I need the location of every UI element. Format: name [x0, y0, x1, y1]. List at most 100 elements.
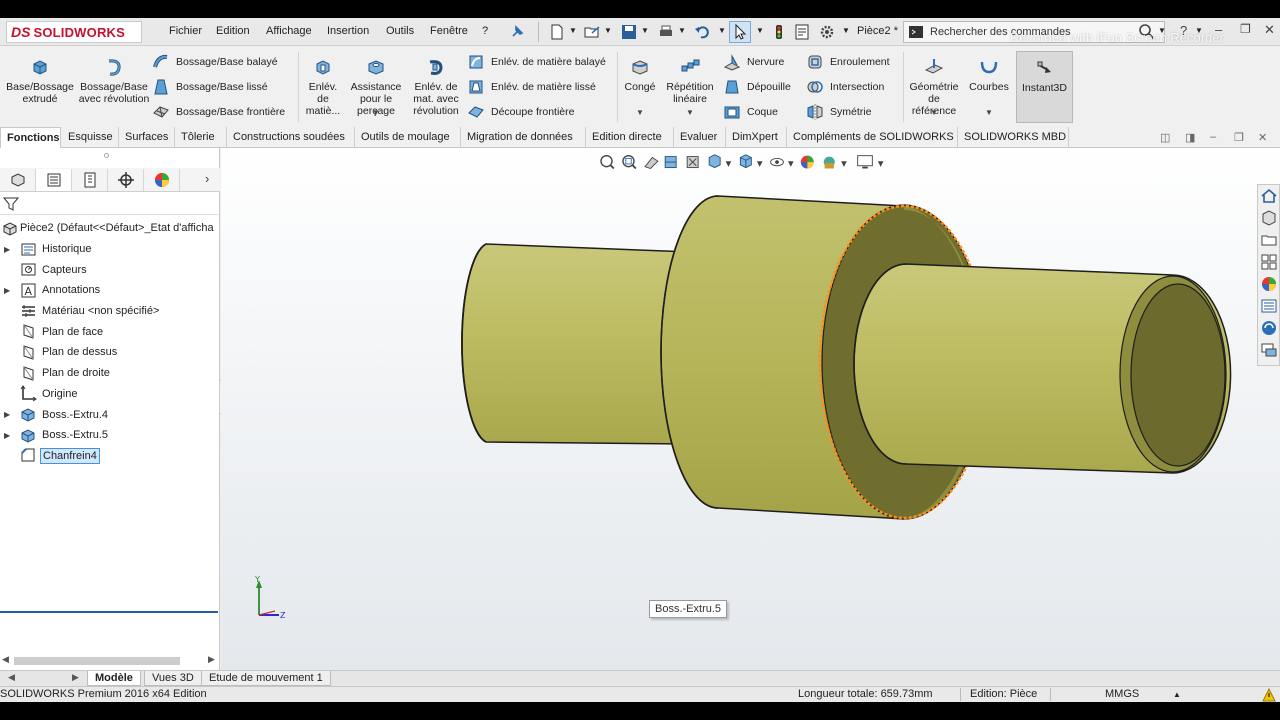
- expand-arrow-icon[interactable]: ▶: [4, 245, 10, 254]
- tab-displaymanager[interactable]: [144, 169, 180, 191]
- open-folder-icon[interactable]: [583, 23, 601, 41]
- scroll-right-icon[interactable]: ▶: [208, 654, 215, 665]
- save-icon[interactable]: [620, 23, 638, 41]
- mirror-button[interactable]: Symétrie: [806, 102, 871, 122]
- tree-root-part[interactable]: Pièce2 (Défaut<<Défaut>_Etat d'afficha: [0, 218, 220, 239]
- chevron-down-icon[interactable]: ▼: [678, 26, 686, 35]
- print-icon[interactable]: [657, 23, 675, 41]
- rollback-bar[interactable]: [0, 611, 218, 613]
- instant3d-button[interactable]: Instant3D: [1016, 51, 1073, 123]
- design-library-icon[interactable]: [1260, 209, 1278, 227]
- boundary-boss-button[interactable]: Bossage/Base frontière: [152, 102, 285, 122]
- restore-icon[interactable]: ❐: [1240, 22, 1251, 36]
- custom-properties-icon[interactable]: [1260, 297, 1278, 315]
- chevron-down-icon[interactable]: ▼: [686, 108, 694, 117]
- cut-swept-button[interactable]: Enlév. de matière balayé: [467, 52, 606, 72]
- new-document-icon[interactable]: [548, 23, 566, 41]
- tree-item-boss-extru-4[interactable]: ▶ Boss.-Extru.4: [0, 404, 220, 425]
- appearances-icon[interactable]: [1260, 275, 1278, 293]
- rebuild-icon[interactable]: [770, 23, 788, 41]
- panel-grip[interactable]: [104, 153, 109, 158]
- horizontal-scrollbar[interactable]: ◀ ▶: [0, 654, 220, 668]
- revolve-boss-button[interactable]: Bossage/Base avec révolution: [78, 56, 150, 105]
- tree-item-plan-droite[interactable]: Plan de droite: [0, 363, 220, 384]
- expand-arrow-icon[interactable]: ▶: [4, 410, 10, 419]
- graphics-area[interactable]: ▼ ▼ ▼ ▼ ▼ Y Z Boss.-Extru.5: [221, 148, 1280, 670]
- chevron-down-icon[interactable]: ▼: [569, 26, 577, 35]
- cut-extrude-button[interactable]: Enlév. de matiè...: [302, 56, 344, 117]
- chevron-down-icon[interactable]: ▼: [930, 108, 938, 117]
- home-icon[interactable]: [1260, 187, 1278, 205]
- scroll-left-icon[interactable]: ◀: [8, 672, 15, 683]
- tree-item-boss-extru-5[interactable]: ▶ Boss.-Extru.5: [0, 425, 220, 446]
- tree-item-plan-face[interactable]: Plan de face: [0, 321, 220, 342]
- fillet-button[interactable]: Congé: [620, 56, 660, 93]
- menu-affichage[interactable]: Affichage: [266, 25, 312, 37]
- rib-button[interactable]: Nervure: [723, 52, 784, 72]
- menu-edition[interactable]: Edition: [216, 25, 250, 37]
- tree-item-materiau[interactable]: Matériau <non spécifié>: [0, 301, 220, 322]
- warning-icon[interactable]: [1262, 688, 1276, 702]
- view-palette-icon[interactable]: [1260, 253, 1278, 271]
- tab-solidworks-mbd[interactable]: SOLIDWORKS MBD: [958, 127, 1069, 148]
- gear-icon[interactable]: [818, 23, 836, 41]
- chevron-right-icon[interactable]: ›: [205, 171, 209, 186]
- cut-boundary-button[interactable]: Découpe frontière: [467, 102, 574, 122]
- expand-arrow-icon[interactable]: ▶: [4, 286, 10, 295]
- linear-pattern-button[interactable]: Répétition linéaire: [662, 56, 718, 105]
- tab-configurationmanager[interactable]: [72, 169, 108, 191]
- doc-restore-icon[interactable]: ❐: [1234, 131, 1248, 144]
- scroll-thumb[interactable]: [14, 657, 180, 665]
- chevron-down-icon[interactable]: ▼: [641, 26, 649, 35]
- units-up-arrow-icon[interactable]: ▲: [1173, 690, 1181, 699]
- file-properties-icon[interactable]: [793, 23, 811, 41]
- scroll-left-icon[interactable]: ◀: [2, 654, 9, 665]
- tab-vues-3d[interactable]: Vues 3D: [144, 671, 202, 686]
- chevron-down-icon[interactable]: ▼: [718, 26, 726, 35]
- lofted-boss-button[interactable]: Bossage/Base lissé: [152, 77, 268, 97]
- tab-dimxpert[interactable]: DimXpert: [726, 127, 787, 148]
- wrap-button[interactable]: Enroulement: [806, 52, 890, 72]
- tab-dimxpertmanager[interactable]: [108, 169, 144, 191]
- chevron-down-icon[interactable]: ▼: [985, 108, 993, 117]
- menu-fenetre[interactable]: Fenêtre: [430, 25, 468, 37]
- tab-fonctions[interactable]: Fonctions: [0, 127, 61, 148]
- forum-icon[interactable]: [1260, 341, 1278, 359]
- tab-edition-directe[interactable]: Edition directe: [586, 127, 674, 148]
- status-units[interactable]: MMGS: [1105, 688, 1139, 700]
- expand-arrow-icon[interactable]: ▶: [4, 431, 10, 440]
- doc-minimize-icon[interactable]: –: [1210, 131, 1224, 143]
- intersect-button[interactable]: Intersection: [806, 77, 884, 97]
- tree-item-plan-dessus[interactable]: Plan de dessus: [0, 342, 220, 363]
- filter-icon[interactable]: [3, 196, 19, 212]
- shell-button[interactable]: Coque: [723, 102, 778, 122]
- extrude-boss-button[interactable]: Base/Bossage extrudé: [4, 56, 76, 105]
- tree-item-annotations[interactable]: ▶ A Annotations: [0, 280, 220, 301]
- tab-outils-moulage[interactable]: Outils de moulage: [355, 127, 461, 148]
- part-model[interactable]: Y Z: [221, 148, 1280, 670]
- chevron-down-icon[interactable]: ▼: [604, 26, 612, 35]
- chevron-down-icon[interactable]: ▼: [756, 26, 764, 35]
- undo-icon[interactable]: [693, 23, 711, 41]
- swept-boss-button[interactable]: Bossage/Base balayé: [152, 52, 278, 72]
- menu-fichier[interactable]: Fichier: [169, 25, 202, 37]
- select-tool-button[interactable]: [729, 21, 751, 43]
- tile-right-icon[interactable]: ◨: [1185, 131, 1199, 144]
- tab-evaluer[interactable]: Evaluer: [674, 127, 726, 148]
- tree-item-historique[interactable]: ▶ Historique: [0, 239, 220, 260]
- close-icon[interactable]: ✕: [1264, 22, 1275, 38]
- tab-esquisse[interactable]: Esquisse: [62, 127, 119, 148]
- menu-outils[interactable]: Outils: [386, 25, 414, 37]
- tab-tolerie[interactable]: Tôlerie: [175, 127, 227, 148]
- cut-revolve-button[interactable]: Enlév. de mat. avec révolution: [408, 56, 464, 117]
- chevron-down-icon[interactable]: ▼: [636, 108, 644, 117]
- solidworks-logo[interactable]: DS SOLIDWORKS: [6, 21, 142, 43]
- right-end-face[interactable]: [1130, 283, 1226, 467]
- solidworks-resources-icon[interactable]: [1260, 319, 1278, 337]
- menu-help[interactable]: ?: [482, 25, 488, 37]
- doc-close-icon[interactable]: ✕: [1258, 131, 1272, 144]
- tree-item-chanfrein4[interactable]: Chanfrein4: [0, 446, 220, 467]
- tab-propertymanager[interactable]: [36, 169, 72, 191]
- tree-item-origine[interactable]: Origine: [0, 384, 220, 405]
- chevron-down-icon[interactable]: ▼: [842, 26, 850, 35]
